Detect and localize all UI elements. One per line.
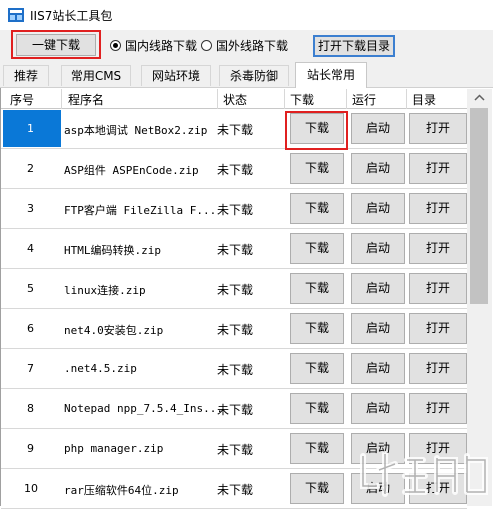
table-row[interactable]: 4 HTML编码转换.zip 未下载 下载 启动 打开: [1, 229, 467, 269]
column-header-dir: 目录: [412, 93, 437, 107]
row-index: 2: [27, 162, 34, 175]
download-button[interactable]: 下载: [290, 473, 344, 504]
column-header-name: 程序名: [68, 93, 105, 107]
row-program-name: .net4.5.zip: [64, 362, 137, 375]
table-row[interactable]: 6 net4.0安装包.zip 未下载 下载 启动 打开: [1, 309, 467, 349]
row-status: 未下载: [217, 483, 254, 497]
start-button[interactable]: 启动: [351, 153, 405, 184]
tab-webmaster-common[interactable]: 站长常用: [295, 62, 367, 88]
table-row[interactable]: 1 asp本地调试 NetBox2.zip 未下载 下载 启动 打开: [1, 109, 467, 149]
scroll-up-arrow-icon[interactable]: [467, 89, 492, 107]
column-divider: [284, 89, 285, 109]
table-row[interactable]: 2 ASP组件 ASPEnCode.zip 未下载 下载 启动 打开: [1, 149, 467, 189]
tab-recommend[interactable]: 推荐: [3, 65, 49, 86]
row-index: 6: [27, 322, 34, 335]
column-header-run: 运行: [352, 93, 377, 107]
open-button[interactable]: 打开: [409, 273, 467, 304]
row-program-name: net4.0安装包.zip: [64, 324, 164, 337]
column-header-index: 序号: [10, 93, 35, 107]
row-program-name: rar压缩软件64位.zip: [64, 484, 179, 497]
watermark-logo: [360, 451, 488, 497]
download-button[interactable]: 下载: [290, 313, 344, 344]
highlight-box: [285, 111, 348, 150]
scrollbar-thumb[interactable]: [470, 108, 488, 304]
table-row[interactable]: 7 .net4.5.zip 未下载 下载 启动 打开: [1, 349, 467, 389]
row-index: 8: [27, 402, 34, 415]
row-status: 未下载: [217, 123, 254, 137]
start-button[interactable]: 启动: [351, 273, 405, 304]
tab-site-env[interactable]: 网站环境: [141, 65, 211, 86]
download-button[interactable]: 下载: [290, 433, 344, 464]
open-button[interactable]: 打开: [409, 313, 467, 344]
start-button[interactable]: 启动: [351, 193, 405, 224]
row-index: 9: [27, 442, 34, 455]
start-button[interactable]: 启动: [351, 393, 405, 424]
table-row[interactable]: 8 Notepad npp_7.5.4_Ins... 未下载 下载 启动 打开: [1, 389, 467, 429]
open-button[interactable]: 打开: [409, 113, 467, 144]
one-key-download-button[interactable]: 一键下载: [16, 34, 96, 56]
open-button[interactable]: 打开: [409, 393, 467, 424]
row-program-name: Notepad npp_7.5.4_Ins...: [64, 402, 223, 415]
row-status: 未下载: [217, 443, 254, 457]
row-status: 未下载: [217, 403, 254, 417]
start-button[interactable]: 启动: [351, 113, 405, 144]
open-download-dir-button[interactable]: 打开下载目录: [313, 35, 395, 57]
download-button[interactable]: 下载: [290, 393, 344, 424]
row-status: 未下载: [217, 243, 254, 257]
window-title: IIS7站长工具包: [30, 9, 113, 23]
radio-domestic-route[interactable]: [110, 40, 121, 51]
row-program-name: asp本地调试 NetBox2.zip: [64, 124, 208, 137]
start-button[interactable]: 启动: [351, 313, 405, 344]
row-index: 1: [27, 122, 34, 135]
table-row[interactable]: 3 FTP客户端 FileZilla F... 未下载 下载 启动 打开: [1, 189, 467, 229]
row-program-name: ASP组件 ASPEnCode.zip: [64, 164, 199, 177]
row-status: 未下载: [217, 163, 254, 177]
radio-foreign-route[interactable]: [201, 40, 212, 51]
open-button[interactable]: 打开: [409, 233, 467, 264]
open-button[interactable]: 打开: [409, 153, 467, 184]
row-index: 4: [27, 242, 34, 255]
table-row[interactable]: 5 linux连接.zip 未下载 下载 启动 打开: [1, 269, 467, 309]
start-button[interactable]: 启动: [351, 233, 405, 264]
column-divider: [217, 89, 218, 109]
row-status: 未下载: [217, 283, 254, 297]
row-index: 10: [24, 482, 38, 495]
row-index: 7: [27, 362, 34, 375]
radio-foreign-label[interactable]: 国外线路下载: [216, 37, 288, 54]
row-status: 未下载: [217, 363, 254, 377]
column-divider: [346, 89, 347, 109]
column-header-download: 下载: [290, 93, 315, 107]
open-button[interactable]: 打开: [409, 193, 467, 224]
row-program-name: linux连接.zip: [64, 284, 146, 297]
row-program-name: FTP客户端 FileZilla F...: [64, 204, 217, 217]
download-button[interactable]: 下载: [290, 353, 344, 384]
column-header-status: 状态: [223, 93, 248, 107]
row-program-name: php manager.zip: [64, 442, 164, 455]
column-divider: [406, 89, 407, 109]
column-divider: [61, 89, 62, 109]
row-program-name: HTML编码转换.zip: [64, 244, 161, 257]
row-index: 3: [27, 202, 34, 215]
row-index: 5: [27, 282, 34, 295]
start-button[interactable]: 启动: [351, 353, 405, 384]
tab-antivirus[interactable]: 杀毒防御: [219, 65, 289, 86]
download-button[interactable]: 下载: [290, 193, 344, 224]
open-button[interactable]: 打开: [409, 353, 467, 384]
row-status: 未下载: [217, 323, 254, 337]
download-button[interactable]: 下载: [290, 273, 344, 304]
download-button[interactable]: 下载: [290, 233, 344, 264]
radio-domestic-label[interactable]: 国内线路下载: [125, 37, 197, 54]
tab-common-cms[interactable]: 常用CMS: [61, 65, 131, 86]
download-button[interactable]: 下载: [290, 153, 344, 184]
row-status: 未下载: [217, 203, 254, 217]
app-icon: [8, 8, 24, 22]
